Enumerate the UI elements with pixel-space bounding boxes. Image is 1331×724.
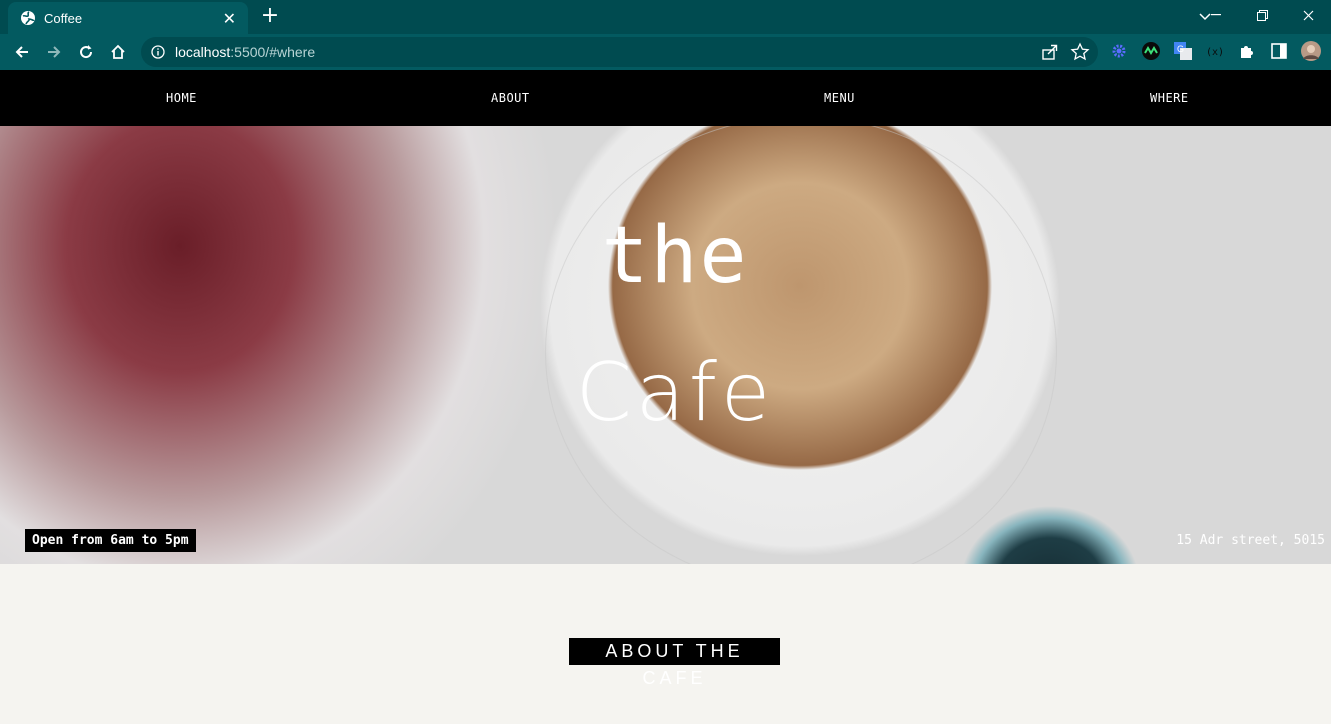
window-controls	[1193, 0, 1331, 34]
browser-tab[interactable]: Coffee ✕	[8, 2, 248, 34]
hero-banner: the Cafe Open from 6am to 5pm 15 Adr str…	[0, 126, 1331, 564]
site-info-icon[interactable]	[151, 45, 165, 59]
svg-text:(x): (x)	[1206, 47, 1224, 58]
share-icon[interactable]	[1040, 42, 1060, 62]
translate-extension-icon[interactable]: G	[1170, 38, 1196, 64]
home-icon[interactable]	[102, 36, 134, 68]
url-host: localhost	[175, 44, 231, 60]
close-window-button[interactable]	[1285, 0, 1331, 30]
globe-icon	[21, 11, 35, 25]
about-heading: ABOUT THE CAFE	[569, 638, 780, 688]
side-panel-icon[interactable]	[1266, 38, 1292, 64]
coffee-cup-image	[545, 126, 1057, 564]
back-arrow-icon[interactable]	[6, 36, 38, 68]
profile-avatar[interactable]	[1298, 38, 1324, 64]
nav-where-link[interactable]: WHERE	[1150, 70, 1189, 126]
tab-title: Coffee	[44, 10, 83, 26]
puzzle-extensions-icon[interactable]	[1234, 38, 1260, 64]
bookmark-star-icon[interactable]	[1070, 42, 1090, 62]
nav-menu-link[interactable]: MENU	[824, 70, 855, 126]
minimize-button[interactable]	[1193, 0, 1239, 30]
hero-title-cafe: Cafe	[575, 346, 775, 439]
address-text: 15 Adr street, 5015	[1176, 533, 1325, 548]
extensions-row: G (x)	[1106, 38, 1324, 64]
variables-extension-icon[interactable]: (x)	[1202, 38, 1228, 64]
restore-button[interactable]	[1239, 0, 1285, 30]
gear-extension-icon[interactable]	[1106, 38, 1132, 64]
url-path: :5500/#where	[230, 44, 316, 60]
reload-icon[interactable]	[70, 36, 102, 68]
nav-about-link[interactable]: ABOUT	[491, 70, 530, 126]
address-bar[interactable]: localhost:5500/#where	[141, 37, 1098, 67]
nav-home-link[interactable]: HOME	[166, 70, 197, 126]
site-navbar: HOME ABOUT MENU WHERE	[0, 70, 1331, 126]
browser-toolbar: localhost:5500/#where G (x)	[0, 34, 1331, 70]
browser-tab-bar: Coffee ✕ +	[0, 0, 1331, 34]
hero-title-the: the	[601, 211, 749, 301]
monitor-extension-icon[interactable]	[1138, 38, 1164, 64]
forward-arrow-icon[interactable]	[38, 36, 70, 68]
svg-text:G: G	[1177, 44, 1184, 54]
close-tab-icon[interactable]: ✕	[223, 9, 236, 28]
opening-hours-badge: Open from 6am to 5pm	[25, 529, 196, 552]
new-tab-button[interactable]: +	[258, 4, 282, 28]
